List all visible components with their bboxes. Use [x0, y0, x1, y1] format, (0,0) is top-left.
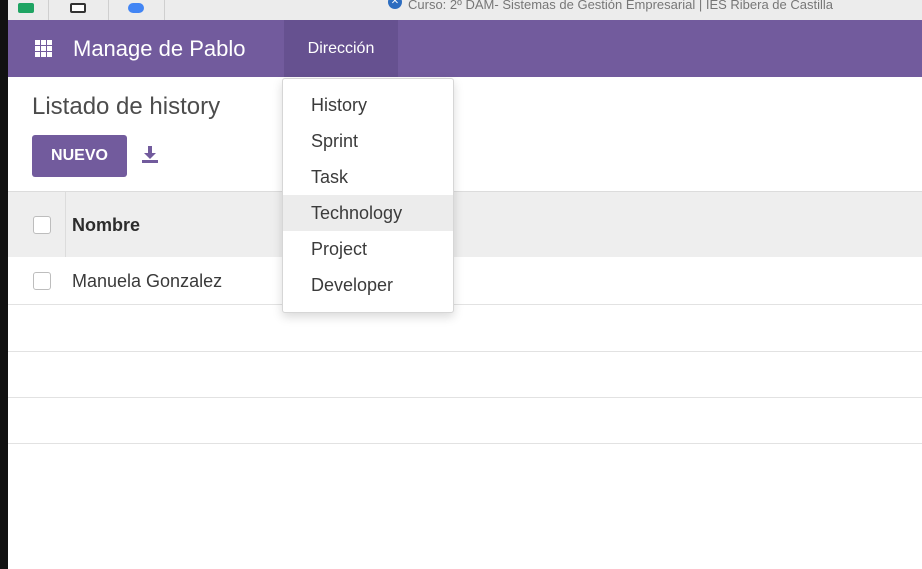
menu-direccion[interactable]: Dirección — [284, 20, 398, 77]
direccion-dropdown-menu: History Sprint Task Technology Project D… — [282, 78, 454, 313]
top-navbar: Manage de Pablo Dirección — [8, 20, 922, 77]
screen-left-edge — [0, 0, 8, 569]
calendar-icon — [70, 3, 86, 13]
browser-tab[interactable] — [48, 0, 109, 20]
menu-item-project[interactable]: Project — [283, 231, 453, 267]
empty-row — [8, 305, 922, 352]
new-button[interactable]: NUEVO — [32, 135, 127, 177]
page-title: Listado de history — [32, 93, 221, 120]
chrome-icon — [128, 3, 144, 13]
sheets-icon — [18, 3, 34, 13]
empty-row — [8, 398, 922, 444]
column-header-nombre[interactable]: Nombre — [72, 214, 140, 236]
browser-tab[interactable] — [108, 0, 165, 20]
table-row[interactable]: Manuela Gonzalez — [8, 257, 922, 305]
menu-item-task[interactable]: Task — [283, 159, 453, 195]
menu-item-developer[interactable]: Developer — [283, 267, 453, 303]
browser-tab-bar: ✕ Curso: 2º DAM- Sistemas de Gestión Empr… — [8, 0, 922, 21]
menu-item-history[interactable]: History — [283, 87, 453, 123]
column-divider — [65, 192, 66, 257]
grid-icon[interactable] — [35, 40, 52, 57]
list-header: Nombre — [8, 191, 922, 258]
menu-item-technology[interactable]: Technology — [283, 195, 453, 231]
menu-item-sprint[interactable]: Sprint — [283, 123, 453, 159]
empty-row — [8, 352, 922, 398]
browser-tab[interactable] — [8, 0, 49, 20]
download-icon[interactable] — [140, 145, 160, 165]
active-tab-title[interactable]: ✕ Curso: 2º DAM- Sistemas de Gestión Empr… — [388, 0, 833, 20]
select-all-checkbox[interactable] — [33, 216, 51, 234]
app-brand[interactable]: Manage de Pablo — [73, 35, 245, 63]
moodle-icon: ✕ — [388, 0, 402, 9]
row-nombre: Manuela Gonzalez — [72, 271, 223, 291]
row-checkbox[interactable] — [33, 272, 51, 290]
tab-title-text: Curso: 2º DAM- Sistemas de Gestión Empre… — [408, 0, 834, 12]
